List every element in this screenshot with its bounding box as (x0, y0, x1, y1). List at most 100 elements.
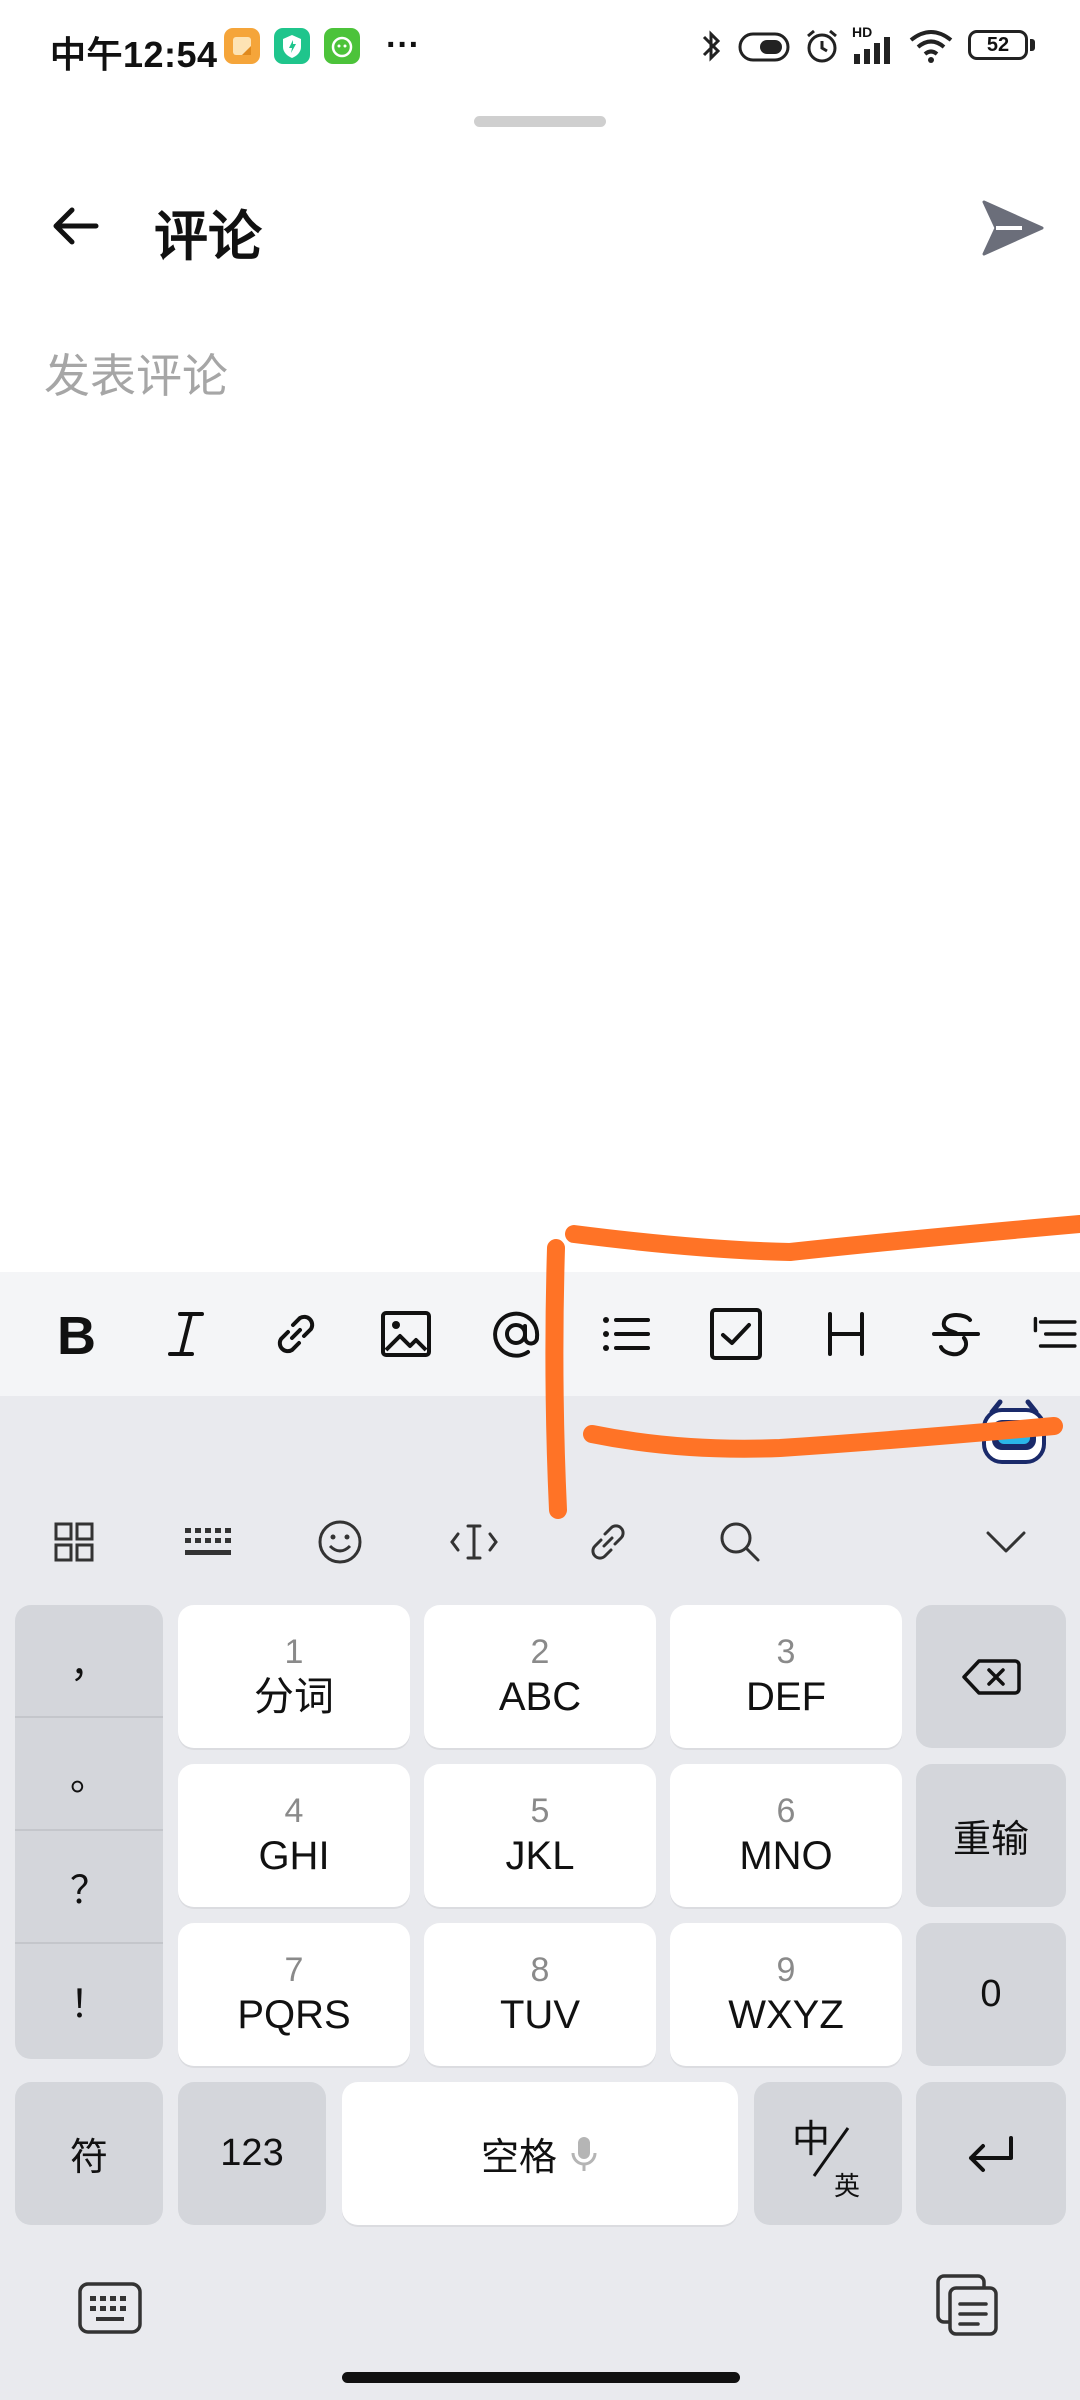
lang-bottom-label: 英 (834, 2171, 861, 2201)
microphone-icon (571, 2136, 597, 2171)
strikethrough-button[interactable] (922, 1300, 990, 1368)
bold-button[interactable]: B (42, 1300, 110, 1368)
heading-button[interactable] (812, 1300, 880, 1368)
mention-icon (493, 1311, 540, 1358)
indent-icon (1033, 1316, 1077, 1348)
sheet-grabber[interactable] (474, 116, 606, 127)
format-toolbar: B (0, 1272, 1080, 1397)
status-bar: 中午12:54 ··· HD 52 (0, 0, 1080, 96)
key-1[interactable]: 1 分词 (178, 1605, 410, 1748)
send-button[interactable] (978, 196, 1048, 260)
image-button[interactable] (372, 1300, 440, 1368)
keyboard-switch-button[interactable] (76, 2276, 144, 2340)
key-2-letters: ABC (498, 1674, 582, 1719)
bullet-list-icon (603, 1317, 650, 1351)
mascot-icon[interactable] (978, 1396, 1050, 1468)
punct-key-exclaim[interactable]: ！ (15, 1944, 163, 2057)
backspace-icon (962, 1658, 1021, 1695)
key-3-num: 3 (776, 1632, 796, 1671)
kb-search-button[interactable] (704, 1506, 776, 1578)
key-9-num: 9 (776, 1950, 796, 1989)
key-5-num: 5 (530, 1791, 550, 1830)
indent-button[interactable] (1032, 1300, 1080, 1368)
svg-text:B: B (57, 1306, 96, 1362)
numbers-label: 123 (220, 2132, 284, 2174)
back-button[interactable] (40, 190, 112, 262)
space-key[interactable]: 空格 (342, 2082, 738, 2225)
lang-switch-key[interactable]: 中 英 (754, 2082, 902, 2225)
kb-collapse-button[interactable] (970, 1506, 1042, 1578)
key-0[interactable]: 0 (916, 1923, 1066, 2066)
emoji-icon (318, 1520, 362, 1564)
bullet-list-button[interactable] (592, 1300, 660, 1368)
punct-key-period[interactable]: 。 (15, 1718, 163, 1831)
kb-cursor-button[interactable] (438, 1506, 510, 1578)
key-8[interactable]: 8 TUV (424, 1923, 656, 2066)
search-icon (720, 1522, 760, 1562)
key-4-letters: GHI (258, 1833, 330, 1878)
clipboard-icon (936, 2274, 998, 2336)
kb-layout-button[interactable] (172, 1506, 244, 1578)
checkbox-icon (710, 1308, 762, 1360)
enter-key[interactable] (916, 2082, 1066, 2225)
key-7-letters: PQRS (237, 1992, 351, 2037)
symbols-key[interactable]: 符 (15, 2082, 163, 2225)
numbers-key[interactable]: 123 (178, 2082, 326, 2225)
send-icon (982, 200, 1044, 256)
key-5[interactable]: 5 JKL (424, 1764, 656, 1907)
kb-link-button[interactable] (572, 1506, 644, 1578)
key-6[interactable]: 6 MNO (670, 1764, 902, 1907)
space-label: 空格 (480, 2137, 557, 2179)
arrow-left-icon (53, 207, 99, 245)
heading-icon (828, 1312, 864, 1356)
key-2[interactable]: 2 ABC (424, 1605, 656, 1748)
status-time: 中午12:54 (50, 34, 218, 75)
bluetooth-icon (702, 30, 721, 62)
key-9[interactable]: 9 WXYZ (670, 1923, 902, 2066)
more-dots-icon: ··· (386, 26, 420, 64)
punctuation-column: ， 。 ？ ！ (15, 1605, 163, 2059)
page-title: 评论 (154, 207, 262, 267)
key-7-num: 7 (284, 1950, 304, 1989)
image-icon (381, 1311, 431, 1357)
key-1-letters: 分词 (254, 1674, 334, 1719)
cursor-icon (450, 1524, 498, 1560)
mention-button[interactable] (482, 1300, 550, 1368)
link-button[interactable] (262, 1300, 330, 1368)
key-8-letters: TUV (500, 1992, 580, 2037)
home-indicator[interactable] (342, 2372, 740, 2383)
link-icon (591, 1524, 625, 1560)
alarm-icon (807, 29, 837, 63)
key-4-num: 4 (284, 1791, 304, 1830)
key-3-letters: DEF (746, 1674, 826, 1719)
punct-key-comma[interactable]: ， (15, 1605, 163, 1718)
battery-level: 52 (986, 34, 1010, 56)
comment-input[interactable] (44, 340, 1034, 1240)
bold-icon: B (57, 1306, 96, 1362)
keyboard-icon (185, 1528, 231, 1555)
strikethrough-icon (932, 1313, 980, 1357)
battery-icon: 52 (968, 30, 1028, 60)
battery-tip (1030, 39, 1035, 51)
kb-grid-button[interactable] (38, 1506, 110, 1578)
reinput-key[interactable]: 重输 (916, 1764, 1066, 1907)
key-3[interactable]: 3 DEF (670, 1605, 902, 1748)
italic-icon (168, 1312, 204, 1356)
keyboard-icon (78, 2282, 142, 2334)
collapse-icon (986, 1531, 1026, 1553)
punct-key-question[interactable]: ？ (15, 1831, 163, 1944)
key-6-letters: MNO (739, 1833, 833, 1878)
key-7[interactable]: 7 PQRS (178, 1923, 410, 2066)
key-0-label: 0 (980, 1973, 1002, 2015)
app-shield-icon (274, 28, 310, 64)
backspace-key[interactable] (916, 1605, 1066, 1748)
key-4[interactable]: 4 GHI (178, 1764, 410, 1907)
enter-icon (969, 2135, 1013, 2172)
italic-button[interactable] (152, 1300, 220, 1368)
toggle-icon (738, 32, 790, 62)
kb-emoji-button[interactable] (304, 1506, 376, 1578)
grid-icon (54, 1522, 94, 1562)
checkbox-button[interactable] (702, 1300, 770, 1368)
signal-icon: HD (852, 24, 896, 64)
clipboard-button[interactable] (934, 2272, 1002, 2340)
